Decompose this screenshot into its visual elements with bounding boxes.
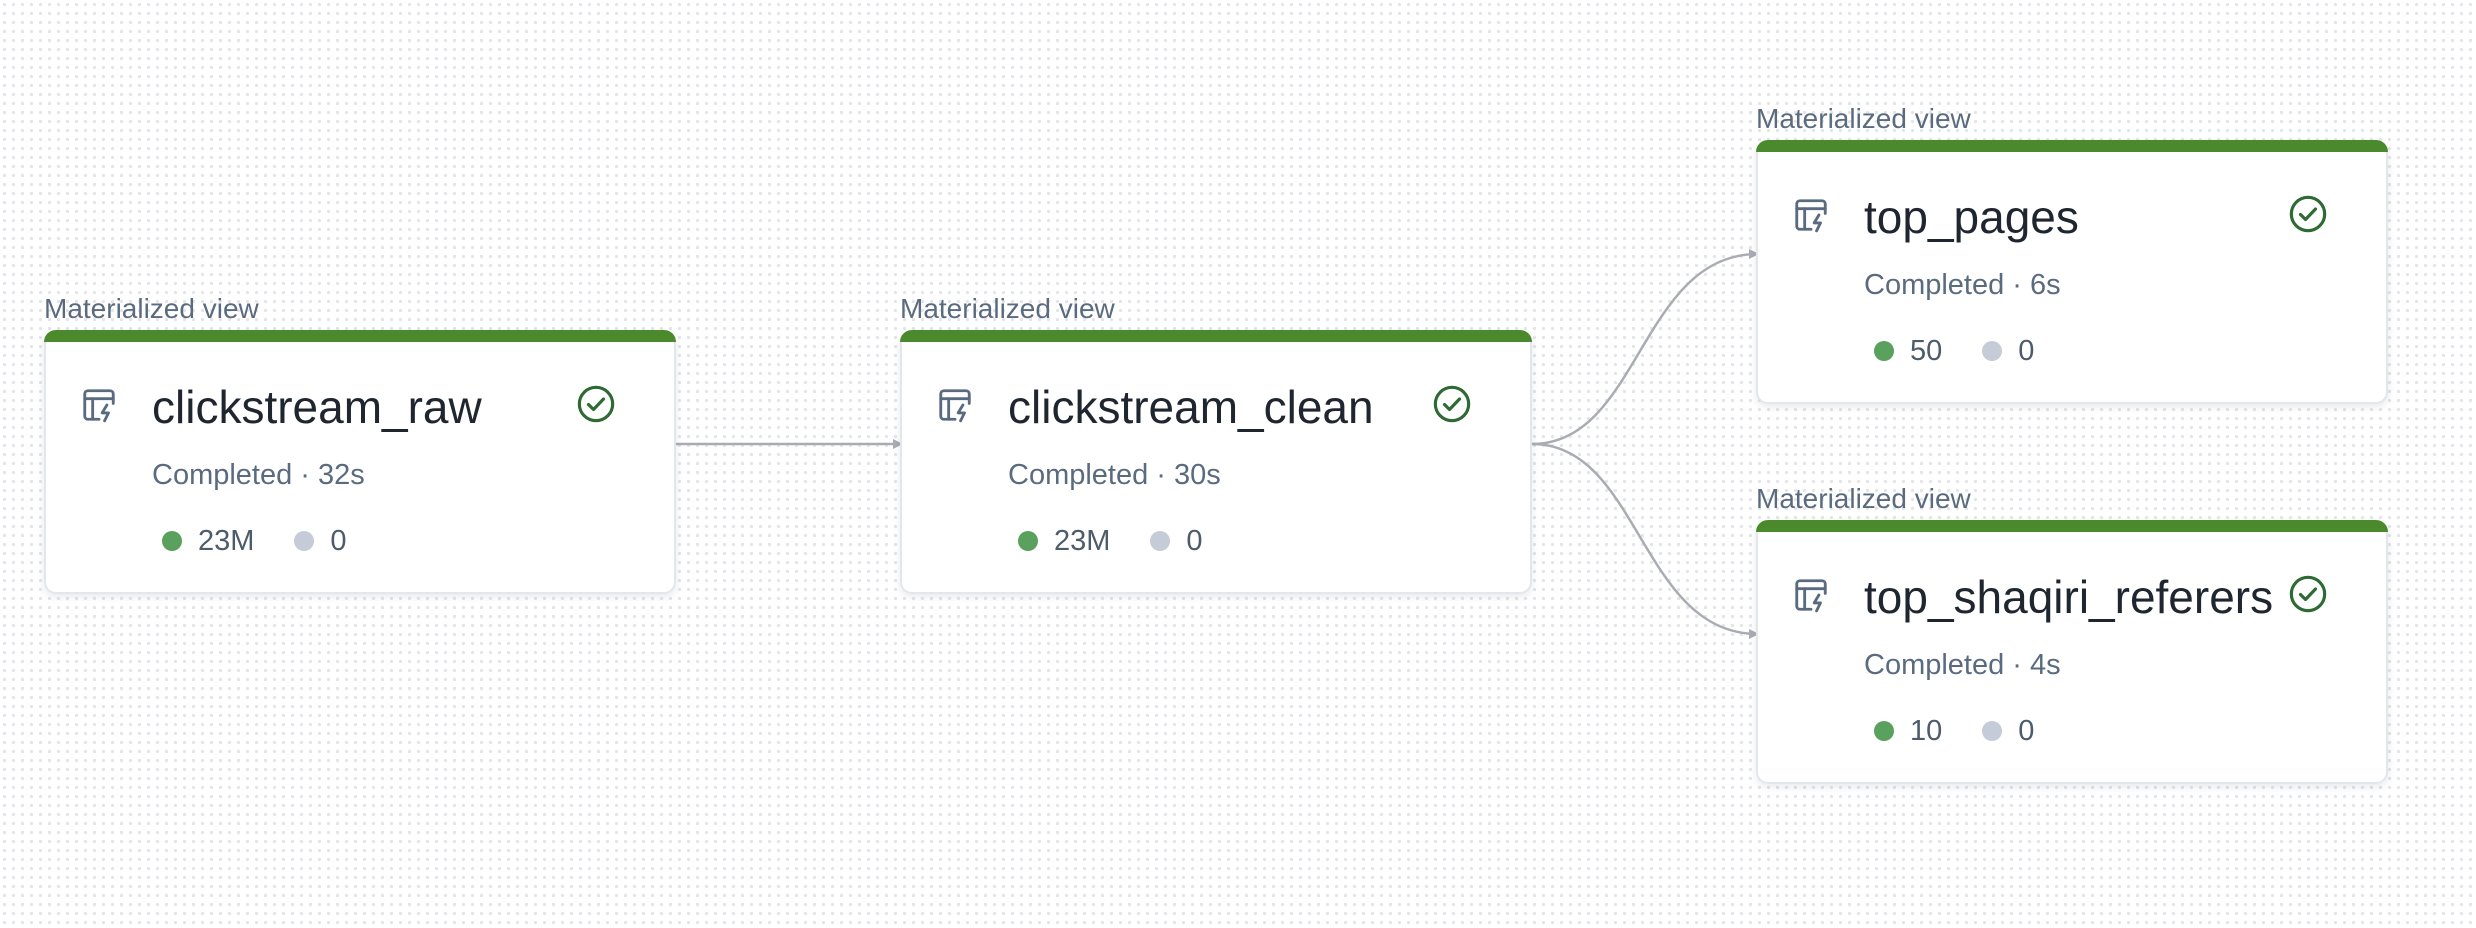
node-top-shaqiri-referers: Materialized view top_shaqiri_referers C… xyxy=(1756,482,2388,784)
node-title: clickstream_raw xyxy=(152,381,482,433)
node-metrics: 23M 0 xyxy=(162,524,347,558)
edge-clickstream-clean-to-top-pages xyxy=(1531,249,1759,446)
success-dot-icon xyxy=(162,531,182,551)
status-bar xyxy=(44,330,676,342)
status-bar xyxy=(1756,140,2388,152)
node-metrics: 10 0 xyxy=(1874,714,2034,748)
status-bar xyxy=(1756,520,2388,532)
neutral-dot-icon xyxy=(1150,531,1171,551)
node-status-text: Completed · 4s xyxy=(1864,649,2061,681)
node-type-label: Materialized view xyxy=(44,293,259,324)
node-top-pages: Materialized view top_pages Completed · … xyxy=(1756,102,2388,404)
materialized-view-icon xyxy=(83,389,115,423)
metric-success-count: 10 xyxy=(1910,715,1943,747)
materialized-view-icon xyxy=(1795,579,1827,613)
success-dot-icon xyxy=(1874,721,1894,741)
node-status-text: Completed · 6s xyxy=(1864,269,2061,301)
metric-success-count: 50 xyxy=(1910,335,1943,367)
success-dot-icon xyxy=(1018,531,1038,551)
metric-success-count: 23M xyxy=(1054,525,1111,557)
metric-other-count: 0 xyxy=(2018,335,2035,367)
metric-success-count: 23M xyxy=(198,525,255,557)
node-title: clickstream_clean xyxy=(1008,381,1374,433)
check-circle-icon xyxy=(2289,195,2327,233)
node-card[interactable]: clickstream_clean Completed · 30s 23M 0 xyxy=(900,330,1532,594)
node-type-label: Materialized view xyxy=(900,293,1115,324)
check-circle-icon xyxy=(1433,385,1471,423)
check-circle-icon xyxy=(2289,575,2327,613)
success-dot-icon xyxy=(1874,341,1894,361)
neutral-dot-icon xyxy=(1982,341,2003,361)
node-clickstream-raw: Materialized view clickstream_raw Comple… xyxy=(44,292,676,594)
materialized-view-icon xyxy=(939,389,971,423)
metric-other-count: 0 xyxy=(1186,525,1203,557)
node-status-text: Completed · 32s xyxy=(152,459,365,491)
materialized-view-icon xyxy=(1795,199,1827,233)
status-bar xyxy=(900,330,1532,342)
neutral-dot-icon xyxy=(294,531,315,551)
node-title: top_pages xyxy=(1864,191,2079,243)
metric-other-count: 0 xyxy=(2018,715,2035,747)
node-card[interactable]: top_shaqiri_referers Completed · 4s 10 0 xyxy=(1756,520,2388,784)
check-circle-icon xyxy=(577,385,615,423)
node-card[interactable]: top_pages Completed · 6s 50 0 xyxy=(1756,140,2388,404)
node-card[interactable]: clickstream_raw Completed · 32s 23M 0 xyxy=(44,330,676,594)
node-clickstream-clean: Materialized view clickstream_clean Comp… xyxy=(900,292,1532,594)
node-title: top_shaqiri_referers xyxy=(1864,571,2274,623)
edge-clickstream-clean-to-top-shaqiri-referers xyxy=(1531,442,1759,639)
node-metrics: 23M 0 xyxy=(1018,524,1203,558)
neutral-dot-icon xyxy=(1982,721,2003,741)
metric-other-count: 0 xyxy=(330,525,347,557)
node-type-label: Materialized view xyxy=(1756,103,1971,134)
node-type-label: Materialized view xyxy=(1756,483,1971,514)
node-metrics: 50 0 xyxy=(1874,334,2034,368)
node-status-text: Completed · 30s xyxy=(1008,459,1221,491)
